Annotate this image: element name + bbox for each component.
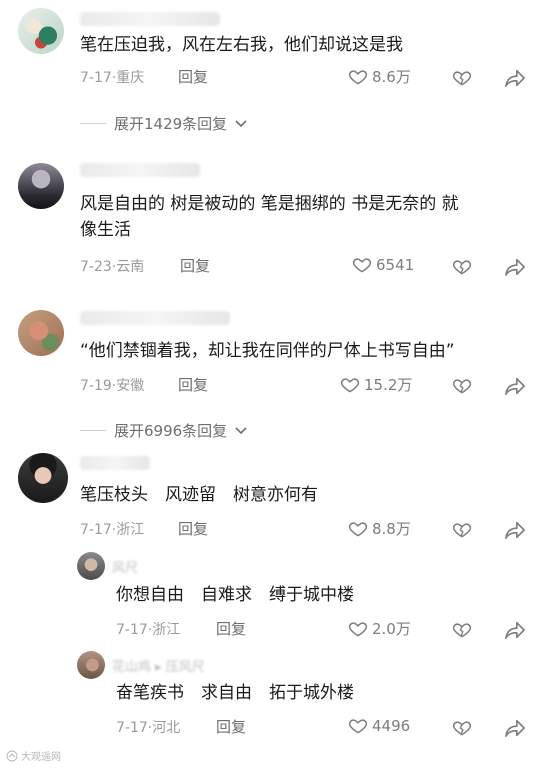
reply-button[interactable]: 回复 xyxy=(180,255,210,276)
comment-date-location: 7-17·重庆 xyxy=(80,70,145,86)
heart-outline-icon xyxy=(348,621,368,637)
expand-replies-label: 展开1429条回复 xyxy=(114,115,228,133)
expand-replies[interactable]: 展开6996条回复 xyxy=(80,420,247,441)
comment-date-location: 7-23·云南 xyxy=(80,259,145,275)
username-blurred[interactable] xyxy=(80,456,150,470)
like-button[interactable]: 15.2万 xyxy=(340,374,412,395)
like-button[interactable]: 6541 xyxy=(352,255,414,275)
divider xyxy=(80,430,106,431)
like-count: 2.0万 xyxy=(372,620,411,638)
reply-button[interactable]: 回复 xyxy=(178,374,208,395)
watermark-text: 大观遥网 xyxy=(21,752,61,763)
avatar[interactable] xyxy=(18,310,64,356)
comment-text: “他们禁锢着我，却让我在同伴的尸体上书写自由” xyxy=(80,341,455,361)
like-button[interactable]: 8.8万 xyxy=(348,518,411,539)
username-blurred[interactable]: 风尺 xyxy=(112,557,138,576)
like-button[interactable]: 8.6万 xyxy=(348,66,411,87)
comment-text: 笔压枝头 风迹留 树意亦何有 xyxy=(80,485,318,505)
like-count: 15.2万 xyxy=(364,376,413,394)
chevron-down-icon xyxy=(235,119,247,127)
share-arrow-icon[interactable] xyxy=(504,68,526,88)
broken-heart-icon[interactable] xyxy=(452,68,472,88)
expand-replies-label: 展开6996条回复 xyxy=(114,422,228,440)
divider xyxy=(80,123,106,124)
like-button[interactable]: 4496 xyxy=(348,716,410,736)
like-button[interactable]: 2.0万 xyxy=(348,618,411,639)
reply-text: 奋笔疾书 求自由 拓于城外楼 xyxy=(116,683,354,703)
username-blurred[interactable] xyxy=(80,12,220,26)
reply-date-location: 7-17·浙江 xyxy=(116,622,181,638)
reply-date-location: 7-17·河北 xyxy=(116,720,181,736)
expand-replies[interactable]: 展开1429条回复 xyxy=(80,113,247,134)
broken-heart-icon[interactable] xyxy=(452,257,472,277)
comment-date-location: 7-19·安徽 xyxy=(80,378,145,394)
comment-text: 笔在压迫我，风在左右我，他们却说这是我 xyxy=(80,35,403,55)
username-blurred[interactable]: 花山鸡 ▸ 压风尺 xyxy=(112,656,205,675)
like-count: 8.6万 xyxy=(372,68,411,86)
comment-text-line1: 风是自由的 树是被动的 笔是捆绑的 书是无奈的 就 xyxy=(80,194,459,214)
broken-heart-icon[interactable] xyxy=(452,620,472,640)
reply-button[interactable]: 回复 xyxy=(178,66,208,87)
username-blurred[interactable] xyxy=(80,311,230,325)
heart-outline-icon xyxy=(348,69,368,85)
reply-button[interactable]: 回复 xyxy=(216,618,246,639)
username-blurred[interactable] xyxy=(80,163,200,177)
heart-outline-icon xyxy=(348,521,368,537)
avatar[interactable] xyxy=(18,163,64,209)
comment-date-location: 7-17·浙江 xyxy=(80,522,145,538)
like-count: 6541 xyxy=(376,256,415,274)
avatar[interactable] xyxy=(18,8,64,54)
share-arrow-icon[interactable] xyxy=(504,376,526,396)
heart-outline-icon xyxy=(348,719,368,734)
heart-outline-icon xyxy=(340,377,360,393)
like-count: 4496 xyxy=(372,717,411,735)
broken-heart-icon[interactable] xyxy=(452,520,472,540)
chevron-down-icon xyxy=(235,426,247,434)
avatar[interactable] xyxy=(77,552,105,580)
watermark: 大观遥网 xyxy=(6,748,61,763)
heart-outline-icon xyxy=(352,258,372,273)
avatar[interactable] xyxy=(18,453,68,503)
reply-text: 你想自由 自难求 缚于城中楼 xyxy=(116,585,354,605)
share-arrow-icon[interactable] xyxy=(504,718,526,738)
avatar[interactable] xyxy=(77,651,105,679)
share-arrow-icon[interactable] xyxy=(504,257,526,277)
broken-heart-icon[interactable] xyxy=(452,376,472,396)
broken-heart-icon[interactable] xyxy=(452,718,472,738)
reply-button[interactable]: 回复 xyxy=(178,518,208,539)
watermark-logo-icon xyxy=(6,750,18,761)
share-arrow-icon[interactable] xyxy=(504,520,526,540)
share-arrow-icon[interactable] xyxy=(504,620,526,640)
reply-button[interactable]: 回复 xyxy=(216,716,246,737)
comment-text-line2: 像生活 xyxy=(80,220,131,240)
like-count: 8.8万 xyxy=(372,520,411,538)
